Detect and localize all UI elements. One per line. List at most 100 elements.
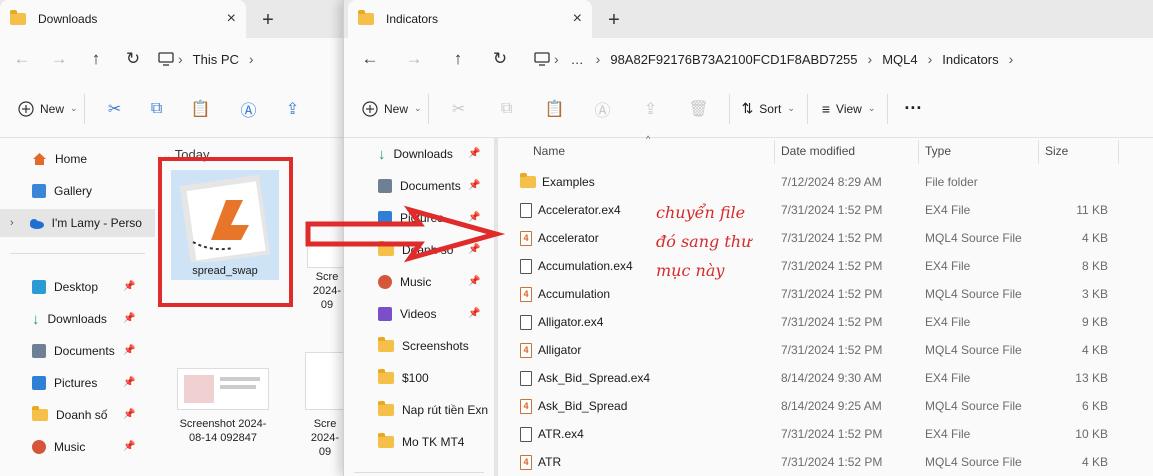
nav-item-mo-tk-mt4[interactable]: Mo TK MT4: [378, 428, 464, 456]
more-options-icon[interactable]: ···: [904, 93, 922, 125]
nav-item-downloads[interactable]: ↓ Downloads: [378, 140, 453, 168]
file-row[interactable]: 4 ATR 7/31/2024 1:52 PM MQL4 Source File 4 K…: [514, 448, 1134, 476]
nav-item-pictures[interactable]: Pictures: [32, 369, 97, 397]
nav-item-music[interactable]: Music: [378, 268, 431, 296]
file-name-cell: Accelerator.ex4: [520, 196, 621, 224]
sort-button[interactable]: ⇅ Sort ⌄: [742, 93, 795, 125]
up-icon[interactable]: ↑: [74, 38, 118, 80]
toolbar-divider: [728, 93, 730, 124]
file-date: 7/31/2024 1:52 PM: [781, 315, 883, 329]
new-button[interactable]: New ⌄: [362, 93, 422, 125]
column-header-type[interactable]: Type: [925, 138, 951, 164]
nav-item-videos[interactable]: Videos: [378, 300, 436, 328]
pin-icon[interactable]: 📌: [468, 308, 480, 319]
nav-item-onedrive[interactable]: › I'm Lamy - Perso: [0, 209, 155, 237]
view-button[interactable]: ≡ View ⌄: [822, 93, 876, 125]
nav-item-documents[interactable]: Documents: [378, 172, 461, 200]
pin-icon[interactable]: 📌: [123, 377, 135, 388]
breadcrumb[interactable]: › … › 98A82F92176B73A2100FCD1F8ABD7255 ›…: [534, 51, 1017, 67]
back-icon[interactable]: ←: [348, 38, 392, 80]
share-icon[interactable]: ⇪: [271, 93, 315, 125]
nav-item-downloads[interactable]: ↓ Downloads: [32, 305, 107, 333]
cut-icon[interactable]: ✂: [435, 93, 483, 125]
file-item[interactable]: Screenshot 2024-08-14 092847: [173, 368, 273, 445]
column-header-name[interactable]: Name: [533, 138, 565, 164]
new-tab-button[interactable]: +: [254, 6, 282, 34]
file-row[interactable]: Accelerator.ex4 7/31/2024 1:52 PM EX4 File…: [514, 196, 1134, 224]
file-row[interactable]: Examples 7/12/2024 8:29 AM File folder: [514, 168, 1134, 196]
up-icon[interactable]: ↑: [436, 38, 480, 80]
file-name: Accelerator: [538, 231, 599, 245]
paste-icon[interactable]: 📋: [175, 93, 227, 125]
nav-item-music[interactable]: Music: [32, 433, 85, 461]
file-name-cell: 4 Ask_Bid_Spread: [520, 392, 627, 420]
nav-item-label: Documents: [54, 344, 115, 358]
file-row[interactable]: 4 Accumulation 7/31/2024 1:52 PM MQL4 Sourc…: [514, 280, 1134, 308]
nav-item-nap-rut-tien[interactable]: Nap rút tiền Exn: [378, 396, 488, 424]
nav-item-label: Gallery: [54, 184, 93, 198]
breadcrumb-item[interactable]: Indicators: [942, 52, 998, 67]
delete-icon[interactable]: 🗑: [675, 93, 723, 125]
nav-item-doanh-so[interactable]: Doanh số: [32, 401, 107, 429]
file-type: MQL4 Source File: [925, 231, 1022, 245]
breadcrumb-item[interactable]: This PC: [193, 52, 239, 67]
sort-icon: ⇅: [741, 100, 754, 116]
new-tab-button[interactable]: +: [600, 6, 628, 34]
breadcrumb[interactable]: › This PC ›: [158, 51, 258, 67]
pin-icon[interactable]: 📌: [468, 148, 480, 159]
close-tab-icon[interactable]: ×: [573, 10, 582, 28]
rename-icon[interactable]: Ⓐ: [227, 93, 271, 125]
forward-icon[interactable]: →: [392, 38, 436, 80]
file-row[interactable]: Ask_Bid_Spread.ex4 8/14/2024 9:30 AM EX4 F…: [514, 364, 1134, 392]
breadcrumb-item[interactable]: 98A82F92176B73A2100FCD1F8ABD7255: [610, 52, 857, 67]
refresh-icon[interactable]: ↻: [118, 38, 148, 80]
cut-icon[interactable]: ✂: [91, 93, 139, 125]
close-tab-icon[interactable]: ×: [227, 10, 236, 28]
column-divider[interactable]: [1118, 140, 1119, 164]
file-row[interactable]: Alligator.ex4 7/31/2024 1:52 PM EX4 File 9 …: [514, 308, 1134, 336]
refresh-icon[interactable]: ↻: [480, 38, 520, 80]
forward-icon[interactable]: →: [44, 38, 74, 80]
copy-icon[interactable]: ⧉: [139, 93, 175, 125]
column-divider[interactable]: [918, 140, 919, 164]
nav-item-gallery[interactable]: Gallery: [32, 177, 92, 205]
chevron-right-icon: ›: [178, 51, 183, 67]
pin-icon[interactable]: 📌: [123, 409, 135, 420]
tab-indicators[interactable]: Indicators ×: [348, 0, 592, 38]
file-item-label: Scre 2024- 09: [312, 271, 342, 311]
videos-icon: [378, 307, 392, 321]
more-path-icon[interactable]: …: [571, 52, 584, 67]
pin-icon[interactable]: 📌: [468, 180, 480, 191]
nav-item-documents[interactable]: Documents: [32, 337, 115, 365]
nav-item-screenshots[interactable]: Screenshots: [378, 332, 469, 360]
breadcrumb-item[interactable]: MQL4: [882, 52, 917, 67]
pin-icon[interactable]: 📌: [468, 276, 480, 287]
pin-icon[interactable]: 📌: [123, 441, 135, 452]
pin-icon[interactable]: 📌: [123, 345, 135, 356]
new-button[interactable]: New ⌄: [18, 93, 78, 125]
copy-icon[interactable]: ⧉: [483, 93, 531, 125]
rename-icon[interactable]: Ⓐ: [579, 93, 627, 125]
file-size: 10 KB: [1075, 427, 1108, 441]
pin-icon[interactable]: 📌: [123, 313, 135, 324]
file-row[interactable]: 4 Ask_Bid_Spread 8/14/2024 9:25 AM MQL4 Sou…: [514, 392, 1134, 420]
pin-icon[interactable]: 📌: [123, 281, 135, 292]
file-row[interactable]: ATR.ex4 7/31/2024 1:52 PM EX4 File 10 KB: [514, 420, 1134, 448]
file-row[interactable]: 4 Alligator 7/31/2024 1:52 PM MQL4 Source F…: [514, 336, 1134, 364]
nav-item-100[interactable]: $100: [378, 364, 429, 392]
column-header-size[interactable]: Size: [1045, 138, 1068, 164]
column-header-date[interactable]: Date modified: [781, 138, 855, 164]
file-row[interactable]: 4 Accelerator 7/31/2024 1:52 PM MQL4 Source…: [514, 224, 1134, 252]
nav-item-home[interactable]: Home: [32, 145, 87, 173]
back-icon[interactable]: ←: [0, 38, 44, 80]
share-icon[interactable]: ⇪: [627, 93, 675, 125]
column-divider[interactable]: [774, 140, 775, 164]
column-divider[interactable]: [1038, 140, 1039, 164]
tab-downloads[interactable]: Downloads ×: [0, 0, 246, 38]
file-row[interactable]: Accumulation.ex4 7/31/2024 1:52 PM EX4 Fil…: [514, 252, 1134, 280]
paste-icon[interactable]: 📋: [531, 93, 579, 125]
file-item[interactable]: Scre 2024- 09: [305, 352, 345, 459]
nav-item-desktop[interactable]: Desktop: [32, 273, 98, 301]
sort-ascending-icon: ^: [646, 134, 651, 144]
file-name-cell: 4 Accelerator: [520, 224, 599, 252]
